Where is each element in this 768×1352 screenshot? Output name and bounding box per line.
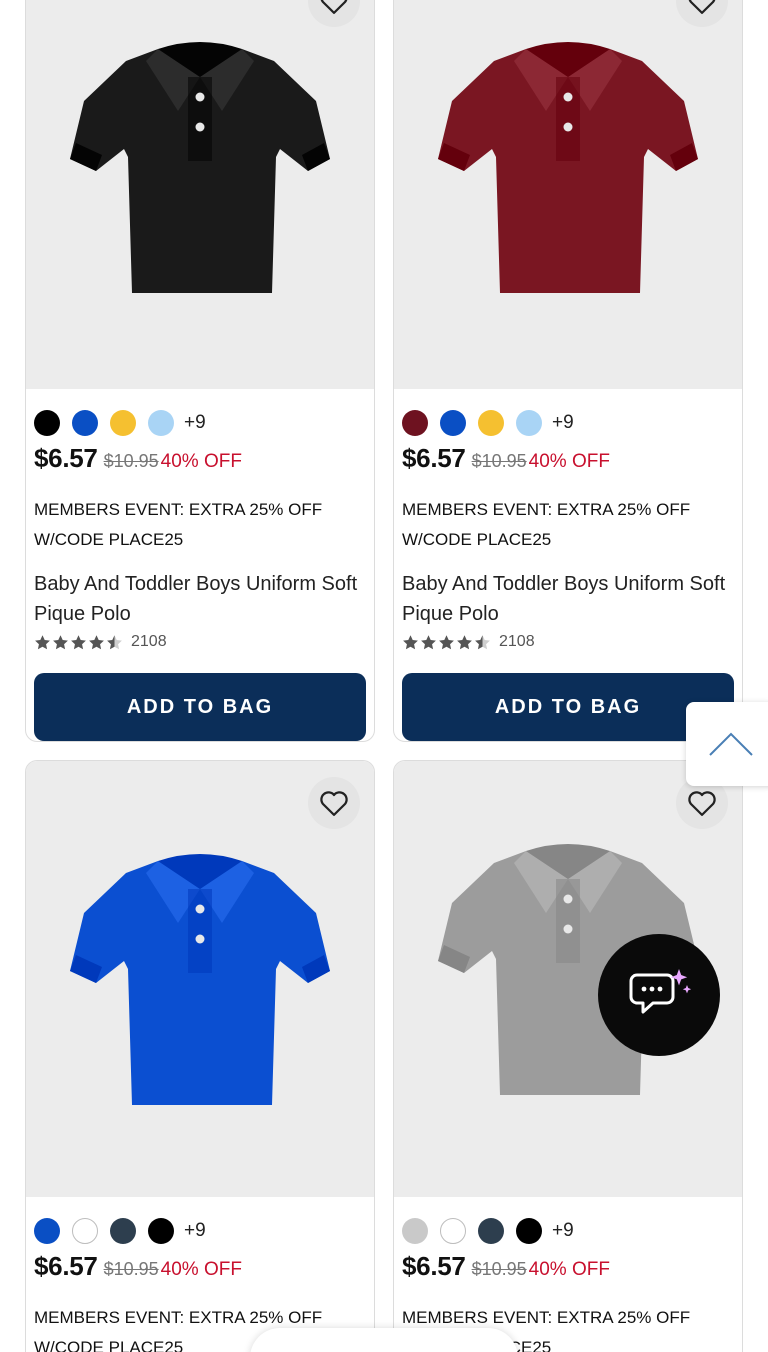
- chat-assistant-button[interactable]: [598, 934, 720, 1056]
- add-to-bag-button[interactable]: ADD TO BAG: [34, 673, 366, 741]
- color-swatch[interactable]: [34, 1218, 60, 1244]
- more-colors-label[interactable]: +9: [552, 1220, 574, 1242]
- color-swatch[interactable]: [148, 410, 174, 436]
- wishlist-button[interactable]: [308, 0, 360, 27]
- chevron-up-icon: [709, 732, 753, 756]
- sale-price: $6.57: [402, 1251, 466, 1281]
- star-icon: [35, 634, 50, 649]
- color-swatch[interactable]: [478, 410, 504, 436]
- product-image[interactable]: [66, 843, 334, 1123]
- color-swatch[interactable]: [516, 410, 542, 436]
- product-card[interactable]: +9 $6.57 $10.95 40% OFF MEMBERS EVENT: EXT…: [393, 760, 743, 1352]
- color-swatch[interactable]: [440, 410, 466, 436]
- chat-sparkle-icon: [629, 969, 691, 1014]
- sale-price: $6.57: [402, 443, 466, 473]
- bottom-floating-pill[interactable]: [250, 1328, 518, 1352]
- product-title[interactable]: Baby And Toddler Boys Uniform Soft Pique…: [34, 569, 364, 629]
- wishlist-button[interactable]: [676, 0, 728, 27]
- color-swatches: +9: [34, 1217, 206, 1245]
- product-card[interactable]: +9 $6.57 $10.95 40% OFF MEMBERS EVENT: EXT…: [25, 760, 375, 1352]
- discount-label: 40% OFF: [528, 1259, 610, 1280]
- heart-outline-icon: [320, 791, 348, 816]
- star-icon: [421, 634, 436, 649]
- color-swatches: +9: [34, 409, 206, 437]
- original-price: $10.95: [471, 451, 527, 471]
- color-swatch[interactable]: [72, 410, 98, 436]
- star-rating: [402, 634, 491, 651]
- sale-price: $6.57: [34, 443, 98, 473]
- rating[interactable]: 2108: [402, 633, 535, 651]
- price-row: $6.57 $10.95 40% OFF: [34, 443, 242, 474]
- promo-text: MEMBERS EVENT: EXTRA 25% OFF W/CODE PLAC…: [34, 500, 323, 549]
- wishlist-button[interactable]: [308, 777, 360, 829]
- color-swatches: +9: [402, 409, 574, 437]
- heart-outline-icon: [688, 791, 716, 816]
- original-price: $10.95: [103, 451, 159, 471]
- discount-label: 40% OFF: [160, 1259, 242, 1280]
- color-swatch[interactable]: [402, 1218, 428, 1244]
- star-icon: [475, 634, 490, 649]
- price-row: $6.57 $10.95 40% OFF: [402, 1251, 610, 1282]
- color-swatch[interactable]: [34, 410, 60, 436]
- color-swatch[interactable]: [478, 1218, 504, 1244]
- price-row: $6.57 $10.95 40% OFF: [402, 443, 610, 474]
- more-colors-label[interactable]: +9: [552, 412, 574, 434]
- star-icon: [439, 634, 454, 649]
- product-title[interactable]: Baby And Toddler Boys Uniform Soft Pique…: [402, 569, 732, 629]
- star-icon: [53, 634, 68, 649]
- original-price: $10.95: [471, 1259, 527, 1279]
- sale-price: $6.57: [34, 1251, 98, 1281]
- more-colors-label[interactable]: +9: [184, 412, 206, 434]
- color-swatch[interactable]: [110, 1218, 136, 1244]
- review-count: 2108: [499, 633, 535, 650]
- product-image-area[interactable]: [26, 761, 374, 1197]
- star-icon: [107, 634, 122, 649]
- product-image[interactable]: [434, 31, 702, 311]
- color-swatch[interactable]: [148, 1218, 174, 1244]
- original-price: $10.95: [103, 1259, 159, 1279]
- discount-label: 40% OFF: [160, 451, 242, 472]
- star-icon: [457, 634, 472, 649]
- star-icon: [403, 634, 418, 649]
- discount-label: 40% OFF: [528, 451, 610, 472]
- promo-text: MEMBERS EVENT: EXTRA 25% OFF W/CODE PLAC…: [402, 500, 691, 549]
- scroll-to-top-button[interactable]: [686, 702, 768, 786]
- price-row: $6.57 $10.95 40% OFF: [34, 1251, 242, 1282]
- heart-outline-icon: [320, 0, 348, 14]
- product-image-area[interactable]: [26, 0, 374, 389]
- color-swatch[interactable]: [402, 410, 428, 436]
- color-swatch[interactable]: [516, 1218, 542, 1244]
- color-swatch[interactable]: [110, 410, 136, 436]
- color-swatch[interactable]: [72, 1218, 98, 1244]
- heart-outline-icon: [688, 0, 716, 14]
- product-card[interactable]: +9 $6.57 $10.95 40% OFF MEMBERS EVENT: EXT…: [393, 0, 743, 742]
- star-rating: [34, 634, 123, 651]
- product-image-area[interactable]: [394, 0, 742, 389]
- add-to-bag-button[interactable]: ADD TO BAG: [402, 673, 734, 741]
- product-card[interactable]: +9 $6.57 $10.95 40% OFF MEMBERS EVENT: EXT…: [25, 0, 375, 742]
- more-colors-label[interactable]: +9: [184, 1220, 206, 1242]
- rating[interactable]: 2108: [34, 633, 167, 651]
- star-icon: [89, 634, 104, 649]
- color-swatches: +9: [402, 1217, 574, 1245]
- review-count: 2108: [131, 633, 167, 650]
- star-icon: [71, 634, 86, 649]
- color-swatch[interactable]: [440, 1218, 466, 1244]
- product-image[interactable]: [66, 31, 334, 311]
